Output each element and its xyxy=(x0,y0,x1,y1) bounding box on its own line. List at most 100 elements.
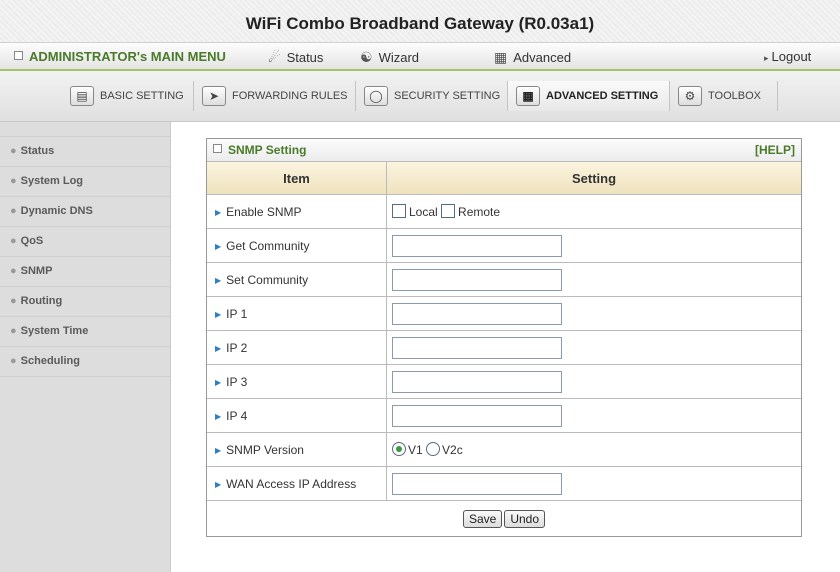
column-header-setting: Setting xyxy=(386,162,801,195)
help-link[interactable]: [HELP] xyxy=(755,139,795,161)
row-value xyxy=(386,364,801,399)
ip2-input[interactable] xyxy=(392,336,562,359)
main-menu-bar: ADMINISTRATOR's MAIN MENU ☄ Status ☯ Wizar… xyxy=(0,42,840,72)
set-community-input[interactable] xyxy=(392,268,562,291)
sidebar-item-label: Dynamic DNS xyxy=(20,205,93,217)
undo-button[interactable]: Undo xyxy=(504,509,546,528)
row-value xyxy=(386,466,801,501)
bullet-icon: ● xyxy=(10,355,17,367)
arrow-right-icon: ▶ xyxy=(215,479,222,489)
sidebar-item-qos[interactable]: ● QoS xyxy=(0,227,170,257)
bullet-icon: ● xyxy=(10,205,17,217)
sidebar-item-status[interactable]: ● Status xyxy=(0,137,170,167)
table-row: ▶ WAN Access IP Address xyxy=(207,466,801,501)
settings-table: Item Setting ▶ Enable SNMP Local Remote ▶… xyxy=(207,162,801,536)
arrow-right-icon: ▶ xyxy=(215,445,222,455)
remote-option[interactable]: Remote xyxy=(441,204,501,219)
panel-header: SNMP Setting [HELP] xyxy=(207,139,801,162)
row-label-wan-access: ▶ WAN Access IP Address xyxy=(207,466,387,501)
v1-option[interactable]: V1 xyxy=(392,442,423,457)
arrow-right-icon: ▶ xyxy=(215,411,222,421)
row-label-ip1: ▶ IP 1 xyxy=(207,296,387,331)
snmp-setting-panel: SNMP Setting [HELP] Item Setting ▶ Enable… xyxy=(206,138,802,537)
advanced-icon: ▦ xyxy=(516,86,540,107)
tab-label: FORWARDING RULES xyxy=(232,90,348,102)
row-value: V1 V2c xyxy=(386,432,801,467)
row-label-ip2: ▶ IP 2 xyxy=(207,330,387,365)
arrow-right-icon: ▶ xyxy=(215,241,222,251)
sidebar-item-label: SNMP xyxy=(20,265,53,277)
square-bullet-icon xyxy=(213,144,222,153)
category-tab-bar: ▤ BASIC SETTING ➤ FORWARDING RULES ◯ SECURI… xyxy=(0,71,840,122)
ip4-input[interactable] xyxy=(392,404,562,427)
square-bullet-icon xyxy=(14,51,23,60)
v2c-radio[interactable] xyxy=(426,442,441,456)
remote-label: Remote xyxy=(458,205,501,219)
sidebar-item-label: Status xyxy=(20,145,55,157)
advanced-menu-link[interactable]: ▦ Advanced xyxy=(494,49,571,66)
arrow-right-icon: ▶ xyxy=(215,207,222,217)
wizard-icon: ☯ xyxy=(360,49,373,65)
sidebar-item-dynamic-dns[interactable]: ● Dynamic DNS xyxy=(0,197,170,227)
bullet-icon: ● xyxy=(10,325,17,337)
row-label-set-community: ▶ Set Community xyxy=(207,262,387,297)
row-label-get-community: ▶ Get Community xyxy=(207,228,387,263)
row-value xyxy=(386,228,801,263)
logout-link[interactable]: ▸ Logout xyxy=(764,49,811,64)
tab-label: SECURITY SETTING xyxy=(394,90,501,102)
local-label: Local xyxy=(409,205,438,219)
bullet-icon: ● xyxy=(10,265,17,277)
tab-label: ADVANCED SETTING xyxy=(546,90,659,102)
row-label-ip4: ▶ IP 4 xyxy=(207,398,387,433)
bullet-icon: ● xyxy=(10,235,17,247)
bullet-icon: ● xyxy=(10,175,17,187)
sidebar-item-scheduling[interactable]: ● Scheduling xyxy=(0,347,170,377)
page-title: WiFi Combo Broadband Gateway (R0.03a1) xyxy=(245,14,595,33)
arrow-right-icon: ▶ xyxy=(215,343,222,353)
button-cell: Save Undo xyxy=(207,501,801,537)
table-header-row: Item Setting xyxy=(207,162,801,195)
advanced-menu-label: Advanced xyxy=(513,50,572,65)
admin-main-menu-label: ADMINISTRATOR's MAIN MENU xyxy=(29,49,226,64)
row-label-text: Get Community xyxy=(226,238,310,253)
tab-basic-setting[interactable]: ▤ BASIC SETTING xyxy=(62,81,194,111)
ip3-input[interactable] xyxy=(392,370,562,393)
tab-toolbox[interactable]: ⚙ TOOLBOX xyxy=(670,81,778,111)
row-label-text: Enable SNMP xyxy=(226,204,302,219)
sidebar-item-label: QoS xyxy=(20,235,44,247)
table-row: ▶ SNMP Version V1 V2c xyxy=(207,432,801,467)
sidebar-item-routing[interactable]: ● Routing xyxy=(0,287,170,317)
sidebar-item-system-log[interactable]: ● System Log xyxy=(0,167,170,197)
table-row: ▶ Set Community xyxy=(207,262,801,297)
sidebar-item-system-time[interactable]: ● System Time xyxy=(0,317,170,347)
tab-forwarding-rules[interactable]: ➤ FORWARDING RULES xyxy=(194,81,356,111)
arrow-right-icon: ▶ xyxy=(215,309,222,319)
arrow-right-icon: ▸ xyxy=(764,53,769,63)
sidebar-item-snmp[interactable]: ● SNMP xyxy=(0,257,170,287)
sidebar-item-label: Scheduling xyxy=(20,355,80,367)
row-label-text: SNMP Version xyxy=(226,442,304,457)
status-menu-link[interactable]: ☄ Status xyxy=(268,49,323,66)
ip1-input[interactable] xyxy=(392,302,562,325)
button-row: Save Undo xyxy=(207,501,801,537)
wizard-menu-link[interactable]: ☯ Wizard xyxy=(360,49,419,66)
table-row: ▶ Enable SNMP Local Remote xyxy=(207,194,801,229)
local-checkbox[interactable] xyxy=(392,204,406,218)
status-menu-label: Status xyxy=(286,50,324,65)
tab-label: BASIC SETTING xyxy=(100,90,184,102)
tab-security-setting[interactable]: ◯ SECURITY SETTING xyxy=(356,81,508,111)
admin-main-menu-link[interactable]: ADMINISTRATOR's MAIN MENU xyxy=(14,49,226,64)
get-community-input[interactable] xyxy=(392,234,562,257)
save-button[interactable]: Save xyxy=(462,509,503,528)
v2c-option[interactable]: V2c xyxy=(426,442,463,457)
row-label-snmp-version: ▶ SNMP Version xyxy=(207,432,387,467)
sidebar-item-label: System Log xyxy=(20,175,84,187)
local-option[interactable]: Local xyxy=(392,204,438,219)
row-label-text: IP 4 xyxy=(226,408,248,423)
tab-advanced-setting[interactable]: ▦ ADVANCED SETTING xyxy=(508,81,670,111)
remote-checkbox[interactable] xyxy=(441,204,456,218)
arrow-right-icon: ▶ xyxy=(215,377,222,387)
table-row: ▶ IP 1 xyxy=(207,296,801,331)
v1-radio[interactable] xyxy=(392,442,406,456)
wan-access-ip-input[interactable] xyxy=(392,472,562,495)
